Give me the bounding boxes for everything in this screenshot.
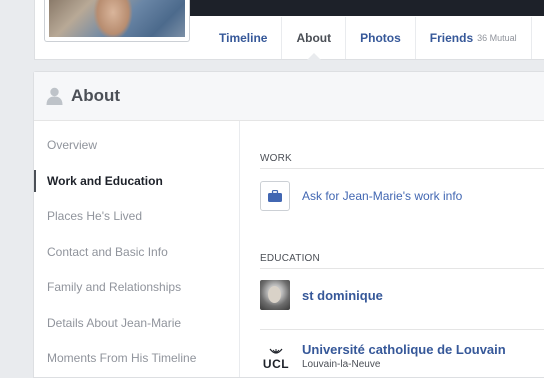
nav-item-family[interactable]: Family and Relationships — [34, 276, 240, 298]
education-item: st dominique — [260, 280, 383, 310]
tab-photos[interactable]: Photos — [346, 17, 416, 59]
nav-item-label: Family and Relationships — [47, 280, 182, 294]
profile-tabs: Timeline About Photos Friends 36 Mutual — [205, 17, 532, 60]
school-photo-icon[interactable] — [260, 280, 290, 310]
education-section-heading: EDUCATION — [260, 253, 320, 264]
nav-item-label: Moments From His Timeline — [47, 351, 197, 365]
education-item: UCL Université catholique de Louvain Lou… — [260, 342, 506, 370]
nav-item-label: Places He's Lived — [47, 209, 143, 223]
about-card: About Overview Work and Education Places… — [33, 71, 544, 378]
profile-picture-frame[interactable] — [44, 0, 190, 42]
tab-timeline-label: Timeline — [219, 31, 268, 45]
briefcase-icon — [268, 190, 282, 202]
nav-item-label: Overview — [47, 138, 98, 152]
about-header: About — [34, 72, 544, 121]
divider — [260, 268, 544, 269]
nav-item-contact-info[interactable]: Contact and Basic Info — [34, 241, 240, 263]
about-side-nav: Overview Work and Education Places He's … — [34, 121, 240, 377]
mutual-friends-count: 36 Mutual — [477, 33, 517, 43]
tab-about[interactable]: About — [282, 17, 347, 60]
tab-friends[interactable]: Friends 36 Mutual — [416, 17, 532, 59]
education-name[interactable]: Université catholique de Louvain — [302, 342, 506, 357]
profile-picture[interactable] — [49, 0, 185, 37]
nav-item-moments[interactable]: Moments From His Timeline — [34, 347, 240, 369]
about-title: About — [71, 86, 121, 105]
ask-work-button[interactable] — [260, 181, 290, 211]
nav-item-label: Contact and Basic Info — [47, 245, 168, 259]
education-name[interactable]: st dominique — [302, 288, 383, 303]
tab-about-label: About — [296, 31, 332, 45]
education-location: Louvain-la-Neuve — [302, 359, 381, 370]
education-text: Université catholique de Louvain Louvain… — [302, 342, 506, 370]
tab-photos-label: Photos — [360, 31, 401, 45]
divider — [260, 168, 544, 169]
about-body: Overview Work and Education Places He's … — [34, 121, 544, 377]
nav-item-work-education[interactable]: Work and Education — [34, 170, 240, 192]
nav-item-details[interactable]: Details About Jean-Marie — [34, 312, 240, 334]
work-section-heading: WORK — [260, 153, 292, 164]
person-icon — [46, 87, 63, 105]
work-ask-row: Ask for Jean-Marie's work info — [260, 180, 462, 212]
about-content: WORK Ask for Jean-Marie's work info EDUC… — [260, 121, 544, 377]
ucl-logo-text: UCL — [262, 357, 290, 371]
divider — [260, 329, 544, 330]
ask-work-link[interactable]: Ask for Jean-Marie's work info — [302, 189, 462, 203]
tab-friends-label: Friends — [429, 31, 474, 45]
cover-photo-edge — [188, 0, 544, 16]
ucl-logo-icon[interactable]: UCL — [260, 342, 292, 370]
nav-item-overview[interactable]: Overview — [34, 134, 240, 156]
tab-timeline[interactable]: Timeline — [205, 17, 283, 59]
nav-item-label: Work and Education — [47, 174, 163, 188]
nav-item-label: Details About Jean-Marie — [47, 316, 182, 330]
nav-item-places-lived[interactable]: Places He's Lived — [34, 205, 240, 227]
